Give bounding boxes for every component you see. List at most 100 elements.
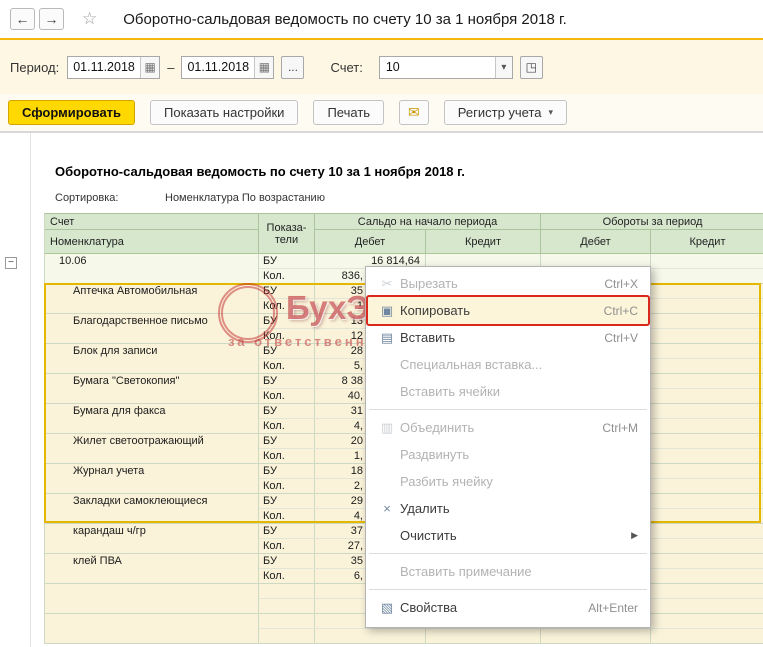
credit-turnover-cell[interactable] (651, 434, 763, 448)
credit-turnover-cell[interactable] (651, 284, 763, 298)
credit-turnover-cell[interactable] (651, 329, 763, 343)
forward-button[interactable]: → (39, 8, 64, 30)
indicator-cell[interactable]: БУ (259, 344, 315, 358)
credit-turnover-cell[interactable] (651, 584, 763, 598)
indicator-cell[interactable]: БУ (259, 464, 315, 478)
credit-turnover-cell[interactable] (651, 539, 763, 553)
period-from-field[interactable]: 01.11.2018 ▦ (67, 56, 160, 79)
indicator-cell[interactable] (259, 599, 315, 613)
credit-turnover-cell[interactable] (651, 404, 763, 418)
print-button[interactable]: Печать (313, 100, 384, 125)
debit-turnover-cell[interactable] (541, 629, 651, 643)
row-name-cell[interactable] (45, 614, 259, 643)
account-value[interactable]: 10 (380, 57, 495, 78)
credit-turnover-cell[interactable] (651, 554, 763, 568)
favorite-star-icon[interactable]: ☆ (82, 9, 97, 29)
calendar-icon[interactable]: ▦ (140, 57, 159, 78)
credit-turnover-cell[interactable] (651, 509, 763, 523)
credit-opening-cell[interactable] (426, 629, 541, 643)
indicator-cell[interactable] (259, 629, 315, 643)
menu-item-copy[interactable]: ▣ Копировать Ctrl+C (366, 297, 650, 324)
sorting-value: Номенклатура По возрастанию (165, 192, 325, 204)
row-name-cell[interactable]: 10.06 (45, 254, 259, 283)
indicator-cell[interactable]: Кол. (259, 479, 315, 493)
row-name-cell[interactable]: Журнал учета (45, 464, 259, 493)
calendar-icon[interactable]: ▦ (254, 57, 273, 78)
row-name-cell[interactable]: Благодарственное письмо (45, 314, 259, 343)
menu-item-delete[interactable]: × Удалить (366, 495, 650, 522)
credit-turnover-cell[interactable] (651, 299, 763, 313)
row-name-cell[interactable]: клей ПВА (45, 554, 259, 583)
indicator-cell[interactable]: Кол. (259, 389, 315, 403)
indicator-cell[interactable]: БУ (259, 374, 315, 388)
indicator-cell[interactable]: Кол. (259, 359, 315, 373)
credit-turnover-cell[interactable] (651, 479, 763, 493)
debit-opening-cell[interactable] (315, 629, 426, 643)
credit-turnover-cell[interactable] (651, 569, 763, 583)
credit-turnover-cell[interactable] (651, 359, 763, 373)
row-name-cell[interactable]: Аптечка Автомобильная (45, 284, 259, 313)
account-open-button[interactable]: ◳ (520, 56, 543, 79)
indicator-cell[interactable] (259, 614, 315, 628)
account-dropdown-icon[interactable]: ▾ (495, 57, 512, 78)
menu-item-label: Разбить ячейку (400, 474, 638, 489)
credit-turnover-cell[interactable] (651, 269, 763, 283)
indicator-cell[interactable]: Кол. (259, 509, 315, 523)
row-name-cell[interactable]: Бумага для факса (45, 404, 259, 433)
credit-turnover-cell[interactable] (651, 419, 763, 433)
indicator-cell[interactable]: Кол. (259, 299, 315, 313)
submenu-arrow-icon: ▶ (631, 530, 638, 541)
credit-turnover-cell[interactable] (651, 374, 763, 388)
indicator-cell[interactable]: БУ (259, 434, 315, 448)
row-name-cell[interactable] (45, 584, 259, 613)
indicator-cell[interactable]: БУ (259, 554, 315, 568)
indicator-cell[interactable]: Кол. (259, 569, 315, 583)
credit-turnover-cell[interactable] (651, 464, 763, 478)
menu-item-paste[interactable]: ▤ Вставить Ctrl+V (366, 324, 650, 351)
menu-item-label: Свойства (400, 600, 576, 615)
row-name-cell[interactable]: карандаш ч/гр (45, 524, 259, 553)
credit-turnover-cell[interactable] (651, 614, 763, 628)
row-name-cell[interactable]: Блок для записи (45, 344, 259, 373)
row-name-cell[interactable]: Бумага "Светокопия" (45, 374, 259, 403)
indicator-cell[interactable] (259, 584, 315, 598)
credit-turnover-cell[interactable] (651, 599, 763, 613)
indicator-cell[interactable]: БУ (259, 404, 315, 418)
credit-turnover-cell[interactable] (651, 449, 763, 463)
collapse-group-button[interactable]: − (5, 257, 17, 269)
credit-turnover-cell[interactable] (651, 494, 763, 508)
email-button[interactable]: ✉ (399, 100, 429, 125)
indicator-cell[interactable]: БУ (259, 524, 315, 538)
indicator-cell[interactable]: БУ (259, 254, 315, 268)
indicator-cell[interactable]: Кол. (259, 419, 315, 433)
indicator-cell[interactable]: Кол. (259, 329, 315, 343)
indicator-cell[interactable]: Кол. (259, 449, 315, 463)
menu-item-label: Раздвинуть (400, 447, 638, 462)
credit-turnover-cell[interactable] (651, 524, 763, 538)
menu-item-clear[interactable]: Очистить ▶ (366, 522, 650, 549)
row-name-cell[interactable]: Закладки самоклеющиеся (45, 494, 259, 523)
register-button[interactable]: Регистр учета ▾ (444, 100, 567, 125)
show-settings-button[interactable]: Показать настройки (150, 100, 298, 125)
indicator-cell[interactable]: БУ (259, 494, 315, 508)
indicator-cell[interactable]: Кол. (259, 539, 315, 553)
row-name-cell[interactable]: Жилет светоотражающий (45, 434, 259, 463)
menu-item-shortcut: Ctrl+X (604, 277, 638, 291)
period-more-button[interactable]: ... (281, 56, 304, 79)
credit-turnover-cell[interactable] (651, 314, 763, 328)
back-button[interactable]: ← (10, 8, 35, 30)
period-from-value[interactable]: 01.11.2018 (68, 57, 140, 78)
generate-button[interactable]: Сформировать (8, 100, 135, 125)
credit-turnover-cell[interactable] (651, 389, 763, 403)
period-dash: – (167, 60, 174, 75)
period-to-value[interactable]: 01.11.2018 (182, 57, 254, 78)
credit-turnover-cell[interactable] (651, 254, 763, 268)
account-field[interactable]: 10 ▾ (379, 56, 513, 79)
menu-item-properties[interactable]: ▧ Свойства Alt+Enter (366, 594, 650, 621)
credit-turnover-cell[interactable] (651, 344, 763, 358)
indicator-cell[interactable]: БУ (259, 284, 315, 298)
indicator-cell[interactable]: БУ (259, 314, 315, 328)
indicator-cell[interactable]: Кол. (259, 269, 315, 283)
credit-turnover-cell[interactable] (651, 629, 763, 643)
period-to-field[interactable]: 01.11.2018 ▦ (181, 56, 274, 79)
